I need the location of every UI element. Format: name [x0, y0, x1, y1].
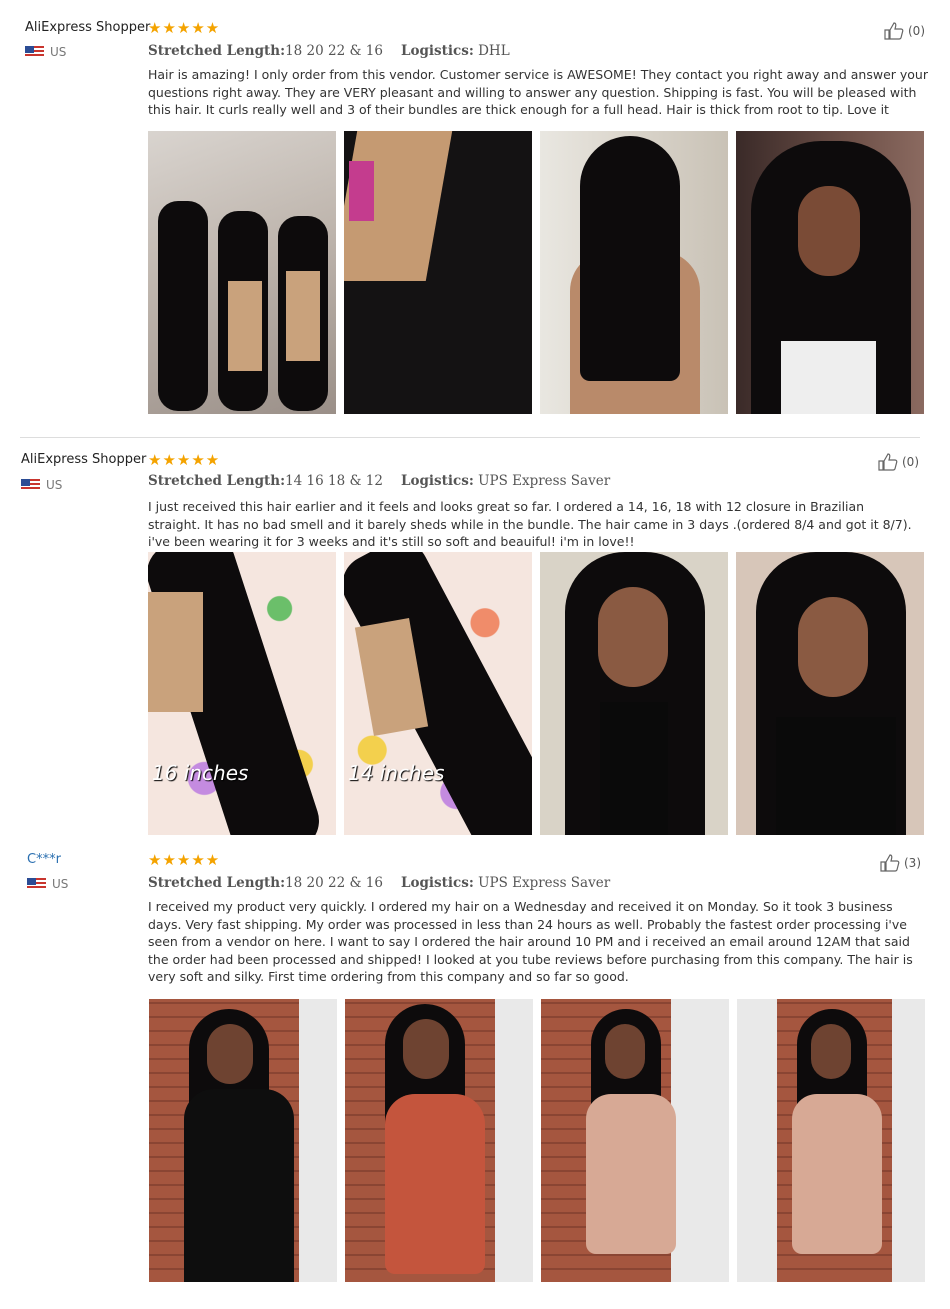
helpful-count: (3) — [904, 856, 921, 870]
review-photo[interactable] — [541, 999, 729, 1282]
review-card: C***r US ★★★★★ (3) Stretched Length:18 2… — [0, 0, 950, 1300]
thumbs-up-icon — [880, 854, 900, 872]
review-photo[interactable] — [345, 999, 533, 1282]
us-flag-icon — [27, 878, 46, 890]
reviewer-country: US — [27, 877, 68, 891]
review-photo[interactable] — [149, 999, 337, 1282]
review-photos — [149, 999, 925, 1282]
helpful-button[interactable]: (3) — [880, 854, 921, 872]
review-text: I received my product very quickly. I or… — [148, 899, 913, 984]
reviewer-name[interactable]: C***r — [27, 852, 61, 867]
review-photo[interactable] — [737, 999, 925, 1282]
country-label: US — [52, 877, 69, 891]
review-meta: Stretched Length:18 20 22 & 16 Logistics:… — [148, 875, 610, 891]
length-value: 18 20 22 & 16 — [285, 875, 383, 891]
star-rating: ★★★★★ — [148, 851, 221, 869]
logistics-label: Logistics: — [400, 875, 474, 891]
length-label: Stretched Length: — [148, 875, 286, 891]
logistics-value: UPS Express Saver — [478, 875, 611, 891]
